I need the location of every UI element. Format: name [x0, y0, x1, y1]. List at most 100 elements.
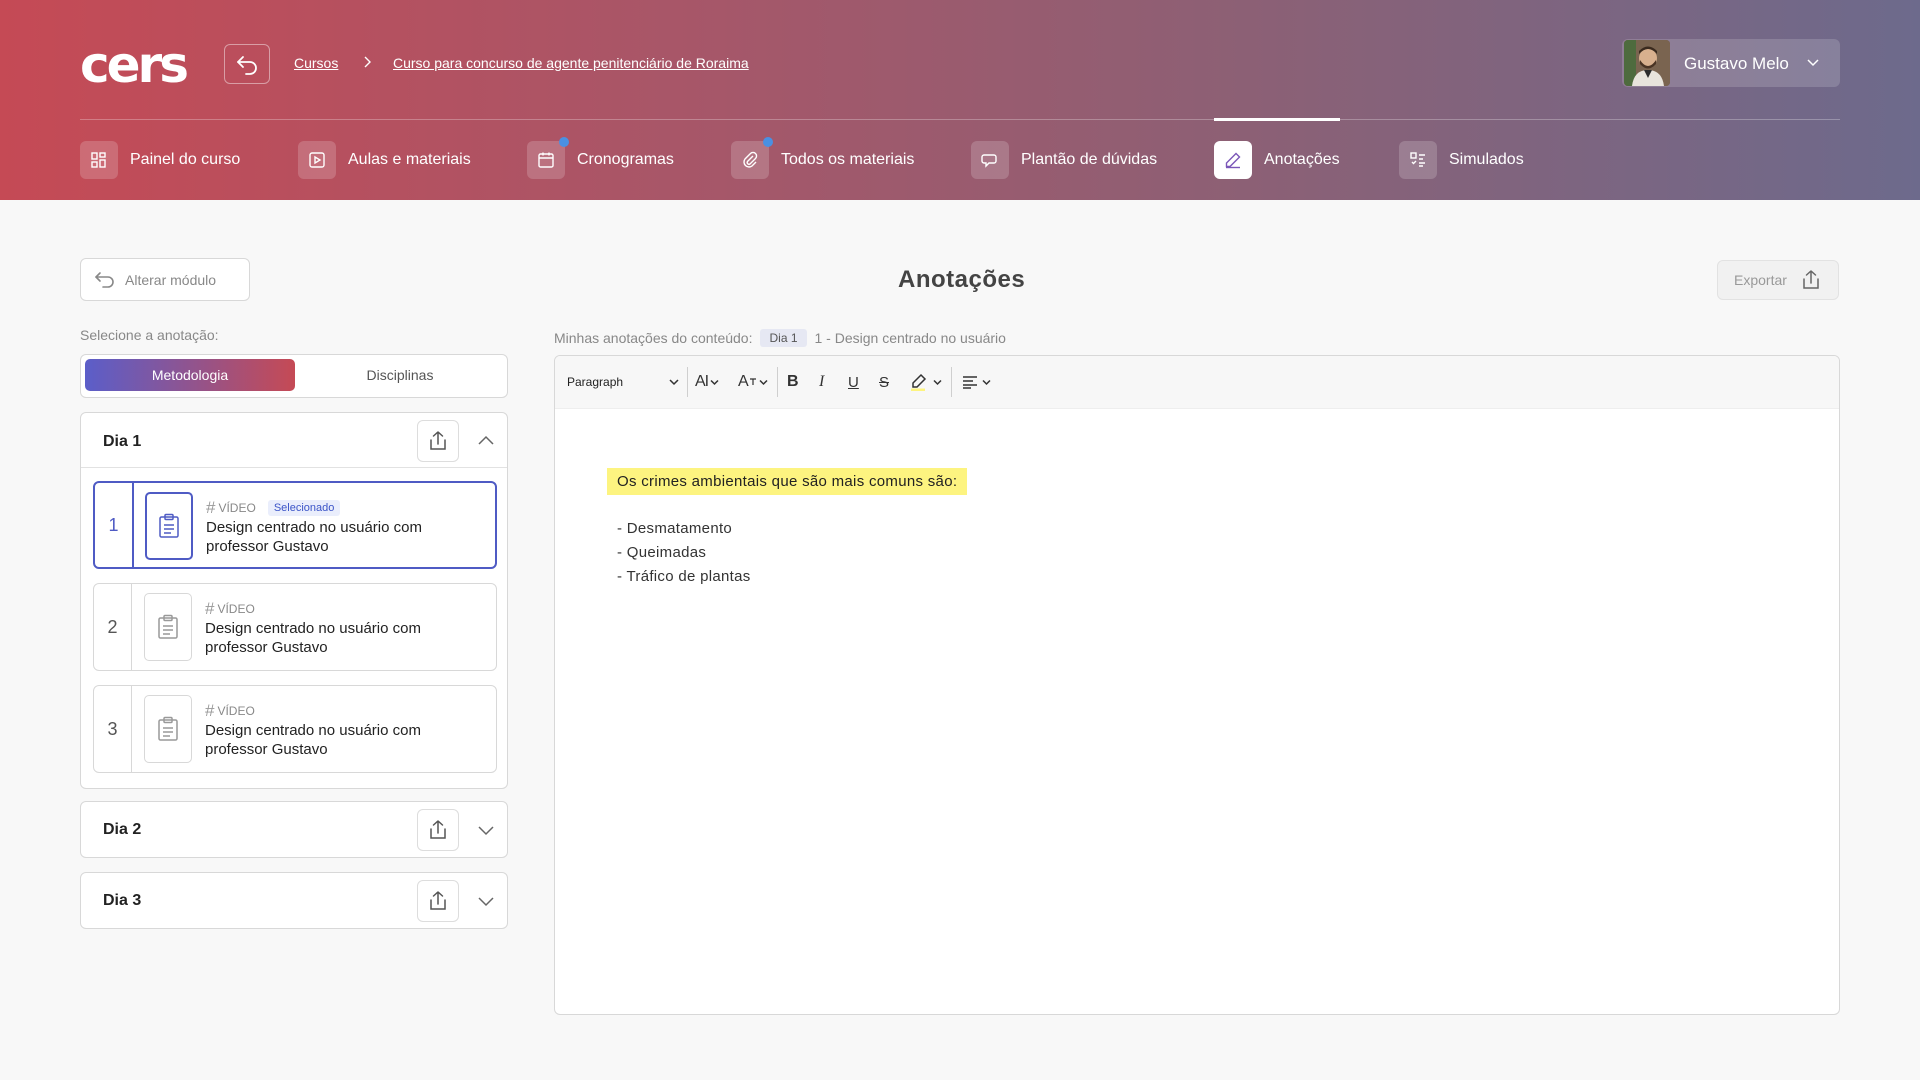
chevron-down-icon	[933, 379, 942, 385]
hash-icon: #	[205, 701, 215, 720]
change-module-button[interactable]: Alterar módulo	[80, 258, 250, 301]
top-header: cers Cursos Curso para concurso de agent…	[0, 0, 1920, 200]
note-line[interactable]: - Desmatamento	[617, 520, 732, 537]
chevron-down-icon[interactable]	[477, 895, 495, 907]
toolbar-divider	[951, 367, 952, 397]
chevron-right-icon	[364, 56, 371, 68]
breadcrumb-course[interactable]: Curso para concurso de agente penitenciá…	[393, 55, 749, 71]
tab-label: Anotações	[1264, 151, 1340, 168]
strikethrough-icon: S	[879, 373, 890, 391]
note-line[interactable]: - Tráfico de plantas	[617, 568, 751, 585]
lesson-title: Design centrado no usuário com professor…	[205, 620, 421, 656]
day-badge: Dia 1	[760, 329, 807, 347]
hash-icon: #	[206, 498, 216, 517]
strikethrough-button[interactable]: S	[879, 356, 889, 408]
tab-anotacoes[interactable]: Anotações	[1214, 141, 1340, 179]
highlight-button[interactable]	[909, 356, 942, 408]
underline-button[interactable]: U	[848, 356, 859, 408]
italic-icon: I	[819, 373, 825, 390]
back-button[interactable]	[224, 44, 270, 84]
font-size-icon: AI	[695, 373, 709, 390]
export-label: Exportar	[1734, 272, 1787, 288]
divider	[81, 467, 507, 468]
cers-logo[interactable]: cers	[80, 40, 189, 90]
tab-label: Todos os materiais	[781, 151, 915, 168]
grid-icon	[91, 152, 106, 168]
toolbar-divider	[687, 367, 688, 397]
share-upload-icon	[430, 430, 446, 450]
tab-simulados[interactable]: Simulados	[1399, 141, 1524, 179]
toolbar-divider	[777, 367, 778, 397]
day-title[interactable]: Dia 1	[103, 433, 141, 451]
font-size-button[interactable]: AI	[695, 356, 719, 408]
content-info: Minhas anotações do conteúdo: Dia 1 1 - …	[554, 329, 1006, 347]
bold-icon: B	[787, 373, 799, 390]
header-divider	[80, 119, 1840, 120]
tab-cronogramas[interactable]: Cronogramas	[527, 137, 674, 179]
align-left-icon	[963, 376, 977, 389]
lesson-item[interactable]: 1 # VÍDEO Selecionado Design centrado no u…	[93, 481, 497, 569]
highlighter-icon	[911, 373, 927, 391]
day-title: Dia 2	[103, 821, 142, 838]
lesson-item[interactable]: 2 # VÍDEO Design centrado no usuário com …	[93, 583, 497, 671]
export-day-button[interactable]	[417, 809, 459, 851]
lesson-number: 2	[94, 584, 132, 670]
chevron-down-icon[interactable]	[477, 824, 495, 836]
day-title: Dia 3	[103, 892, 142, 909]
chevron-down-icon	[710, 379, 719, 385]
segment-metodologia[interactable]: Metodologia	[85, 359, 295, 391]
segment-disciplinas[interactable]: Disciplinas	[295, 359, 505, 391]
paperclip-icon	[743, 151, 758, 168]
notification-dot	[559, 137, 569, 147]
select-annotation-label: Selecione a anotação:	[80, 327, 219, 343]
font-style-button[interactable]: A	[738, 356, 768, 408]
align-button[interactable]	[961, 356, 991, 408]
bold-button[interactable]: B	[787, 356, 799, 408]
share-upload-icon	[430, 890, 446, 910]
tab-plantao-de-duvidas[interactable]: Plantão de dúvidas	[971, 141, 1157, 179]
lesson-item[interactable]: 3 # VÍDEO Design centrado no usuário com …	[93, 685, 497, 773]
day-section-3[interactable]: Dia 3	[80, 872, 508, 929]
undo-arrow-icon	[95, 271, 114, 288]
breadcrumb-cursos[interactable]: Cursos	[294, 55, 338, 71]
chevron-down-icon	[759, 379, 768, 385]
tab-aulas-e-materiais[interactable]: Aulas e materiais	[298, 141, 471, 179]
user-menu[interactable]: Gustavo Melo	[1622, 39, 1840, 87]
clipboard-icon	[159, 513, 179, 538]
tab-label: Aulas e materiais	[348, 151, 471, 168]
play-icon	[309, 152, 325, 168]
tab-todos-os-materiais[interactable]: Todos os materiais	[731, 137, 915, 179]
clipboard-icon	[158, 614, 178, 639]
tab-label: Cronogramas	[577, 151, 674, 168]
change-module-label: Alterar módulo	[125, 271, 217, 288]
content-name: 1 - Design centrado no usuário	[814, 330, 1006, 346]
lesson-type: # VÍDEO	[205, 701, 255, 720]
note-line[interactable]: - Queimadas	[617, 544, 706, 561]
lesson-type: # VÍDEO Selecionado	[206, 498, 341, 518]
hash-icon: #	[205, 599, 215, 618]
export-day-button[interactable]	[417, 880, 459, 922]
chevron-down-icon	[982, 379, 991, 385]
tab-painel-do-curso[interactable]: Painel do curso	[80, 141, 240, 179]
chevron-up-icon[interactable]	[477, 434, 495, 446]
share-upload-icon	[1803, 269, 1819, 289]
export-button[interactable]: Exportar	[1717, 260, 1839, 300]
highlighted-note-text[interactable]: Os crimes ambientais que são mais comuns…	[607, 468, 968, 495]
page-title: Anotações	[898, 266, 1026, 293]
tab-label: Painel do curso	[130, 151, 241, 168]
font-style-icon: A	[738, 373, 749, 390]
italic-button[interactable]: I	[819, 356, 824, 408]
lesson-title: Design centrado no usuário com professor…	[205, 722, 421, 758]
clipboard-icon	[158, 716, 178, 741]
text-style-icon	[749, 378, 756, 385]
pencil-icon	[1225, 152, 1241, 169]
notes-editor: Paragraph AI A B I U S Os crimes ambient…	[554, 355, 1840, 1015]
chevron-down-icon	[669, 379, 679, 386]
day-section-2[interactable]: Dia 2	[80, 801, 508, 858]
annotation-type-toggle: Metodologia Disciplinas	[80, 354, 508, 398]
chevron-down-icon	[1807, 59, 1819, 67]
export-day-button[interactable]	[417, 420, 459, 462]
undo-arrow-icon	[237, 56, 257, 75]
avatar	[1624, 40, 1670, 86]
paragraph-style-select[interactable]: Paragraph	[567, 369, 679, 395]
